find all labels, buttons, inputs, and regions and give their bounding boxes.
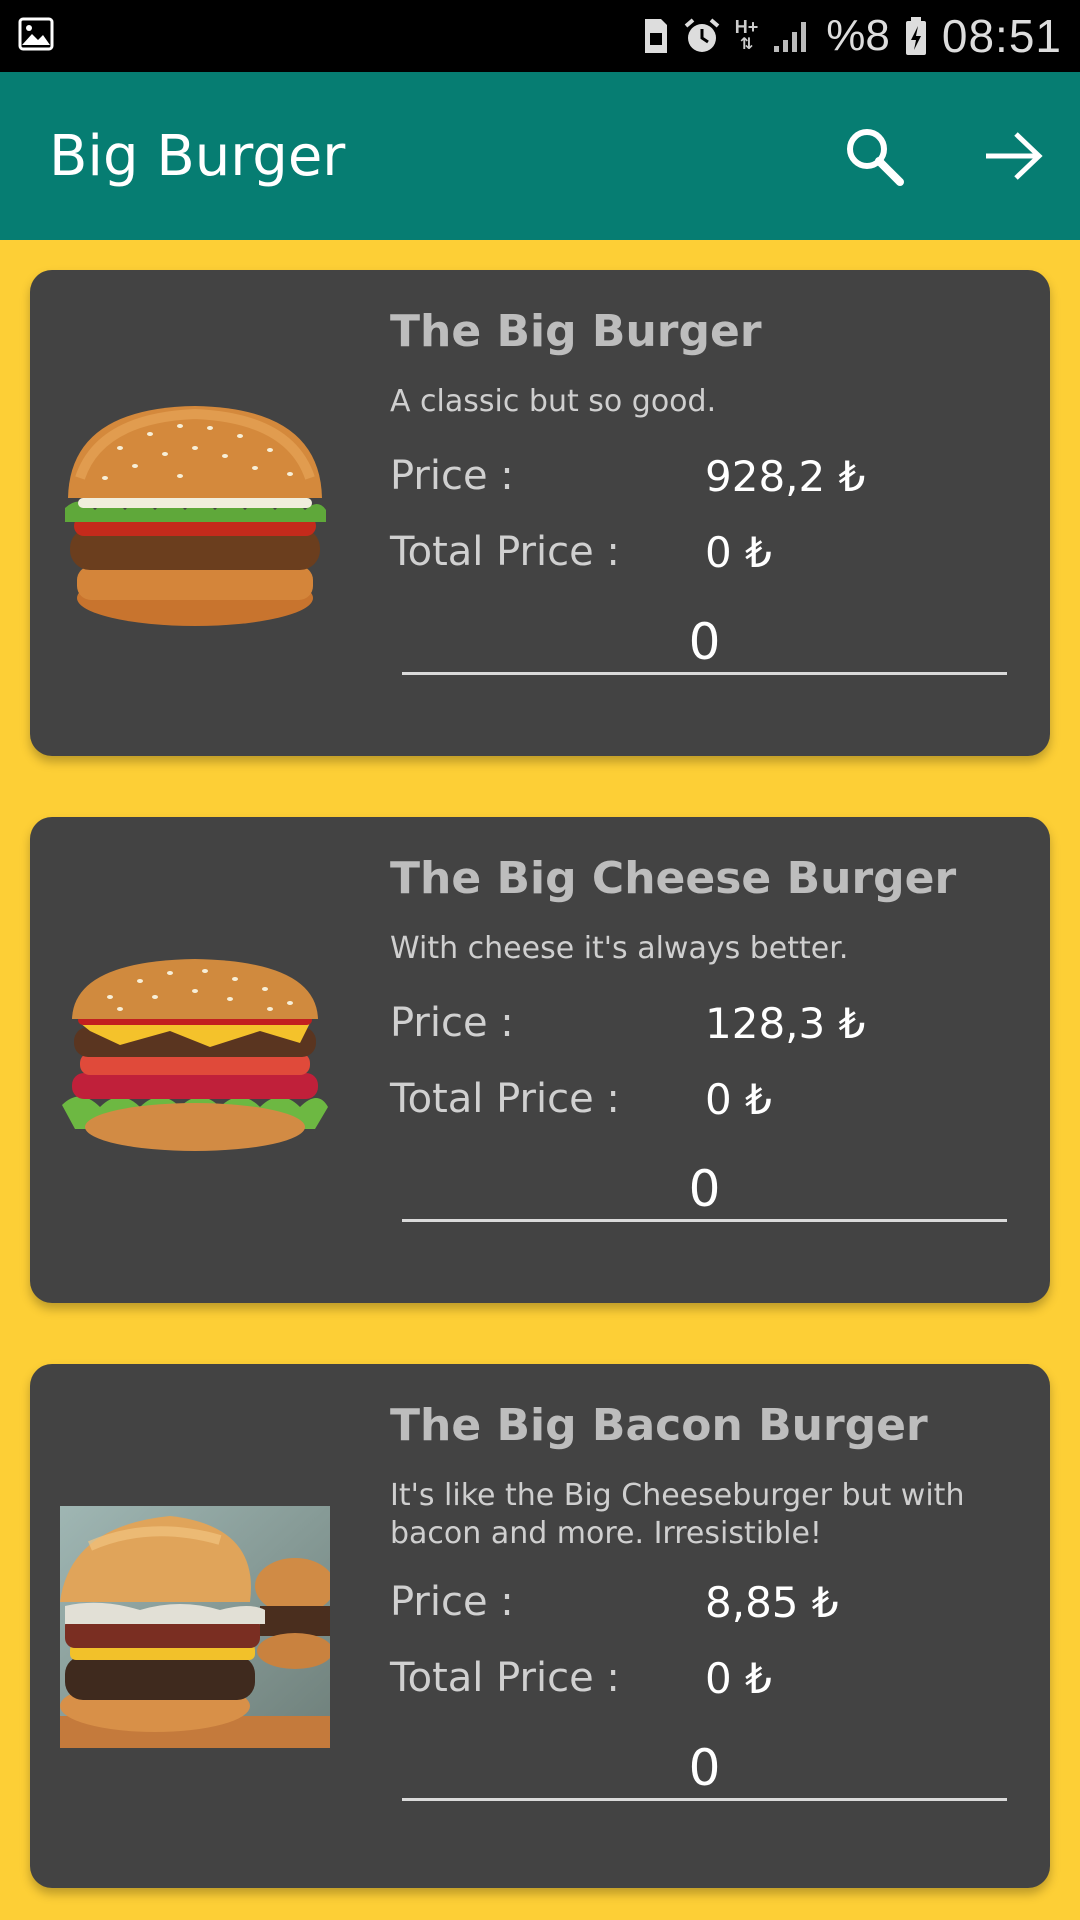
network-icon: H+ ⇅	[734, 17, 759, 53]
product-description: It's like the Big Cheeseburger but with …	[390, 1478, 965, 1551]
battery-percent: %8	[826, 11, 890, 60]
quantity-input[interactable]: 0	[402, 615, 1007, 675]
product-list[interactable]: The Big Burger A classic but so good. Pr…	[30, 270, 1050, 1920]
product-card[interactable]: The Big Burger A classic but so good. Pr…	[30, 270, 1050, 756]
total-price-value: 0 ₺	[705, 527, 772, 577]
total-price-label: Total Price :	[390, 1076, 620, 1122]
product-name: The Big Cheese Burger	[390, 853, 957, 904]
price-label: Price :	[390, 1000, 514, 1046]
price-value: 128,3 ₺	[705, 998, 866, 1048]
total-price-value: 0 ₺	[705, 1074, 772, 1124]
next-button[interactable]	[974, 116, 1054, 196]
total-price-label: Total Price :	[390, 529, 620, 575]
search-button[interactable]	[834, 116, 914, 196]
total-price-label: Total Price :	[390, 1655, 620, 1701]
price-value: 928,2 ₺	[705, 451, 866, 501]
classic-burger-image	[60, 398, 330, 630]
price-label: Price :	[390, 1579, 514, 1625]
sim-card-icon	[643, 17, 669, 55]
network-type-label: H+	[734, 17, 759, 37]
alarm-icon	[683, 17, 721, 55]
status-bar: H+ ⇅ %8 08:51	[0, 0, 1080, 72]
product-description: With cheese it's always better.	[390, 931, 849, 966]
quantity-input[interactable]: 0	[402, 1741, 1007, 1801]
product-card[interactable]: The Big Bacon Burger It's like the Big C…	[30, 1364, 1050, 1888]
app-title: Big Burger	[49, 123, 346, 189]
battery-icon	[904, 16, 928, 56]
arrow-right-icon	[986, 132, 1043, 180]
signal-icon	[772, 18, 812, 54]
product-name: The Big Burger	[390, 306, 762, 357]
app-bar: Big Burger	[0, 72, 1080, 240]
search-icon	[847, 129, 904, 186]
product-name: The Big Bacon Burger	[390, 1400, 928, 1451]
status-time: 08:51	[941, 10, 1062, 62]
image-icon	[18, 17, 54, 56]
product-card[interactable]: The Big Cheese Burger With cheese it's a…	[30, 817, 1050, 1303]
price-label: Price :	[390, 453, 514, 499]
product-description: A classic but so good.	[390, 384, 717, 419]
bacon-burger-image	[60, 1506, 330, 1748]
cheese-burger-image	[60, 957, 330, 1157]
quantity-input[interactable]: 0	[402, 1162, 1007, 1222]
price-value: 8,85 ₺	[705, 1577, 839, 1627]
total-price-value: 0 ₺	[705, 1653, 772, 1703]
